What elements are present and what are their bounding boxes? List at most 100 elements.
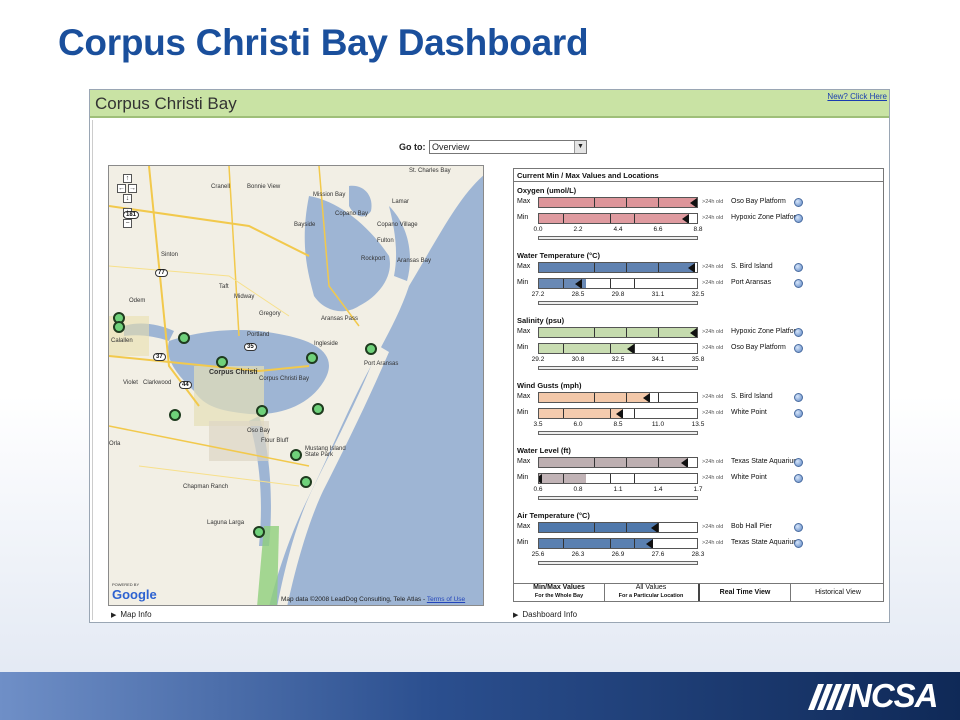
value-marker-icon xyxy=(690,198,697,207)
map-info-toggle[interactable]: ▶ Map Info xyxy=(111,610,152,619)
min-value-bar[interactable] xyxy=(538,278,698,289)
axis-tick-label: 27.6 xyxy=(651,551,665,558)
pan-down-icon[interactable]: ↓ xyxy=(123,194,132,203)
map-label: Chapman Ranch xyxy=(183,484,229,490)
dashboard-info-label: Dashboard Info xyxy=(522,610,578,619)
axis-tick-label: 8.5 xyxy=(613,421,623,428)
dashboard-info-toggle[interactable]: ▶ Dashboard Info xyxy=(513,610,577,619)
max-value-bar[interactable] xyxy=(538,392,698,403)
map-label: Orla xyxy=(109,441,121,447)
dropdown-arrow-icon[interactable]: ▼ xyxy=(574,141,586,153)
station-marker-icon[interactable] xyxy=(256,405,268,417)
location-info-icon[interactable] xyxy=(794,328,803,337)
map-label: Copano Village xyxy=(377,222,418,228)
zoom-out-icon[interactable]: − xyxy=(123,219,132,228)
pan-right-icon[interactable]: → xyxy=(128,184,137,193)
min-location: White Point xyxy=(731,409,767,416)
tab-historical-view[interactable]: Historical View xyxy=(791,584,885,601)
metric-scrollbar[interactable] xyxy=(538,431,698,435)
location-info-icon[interactable] xyxy=(794,409,803,418)
tab-min-max-values[interactable]: Min/Max Values For the Whole Bay xyxy=(514,584,604,601)
map-label: Ingleside xyxy=(314,341,339,347)
station-marker-icon[interactable] xyxy=(312,403,324,415)
max-value-bar[interactable] xyxy=(538,522,698,533)
row-label-min: Min xyxy=(517,279,529,286)
axis-tick-label: 28.5 xyxy=(571,291,585,298)
value-marker-icon xyxy=(574,279,582,288)
max-value-bar[interactable] xyxy=(538,457,698,468)
age-label: >24h old xyxy=(702,524,724,530)
tab-real-time-view[interactable]: Real Time View xyxy=(700,584,790,601)
max-value-bar[interactable] xyxy=(538,197,698,208)
axis-tick-label: 26.9 xyxy=(611,551,625,558)
min-value-bar[interactable] xyxy=(538,213,698,224)
metric-scrollbar[interactable] xyxy=(538,236,698,240)
axis-tick-label: 32.5 xyxy=(691,291,705,298)
map-credit: Map data ©2008 LeadDog Consulting, Tele … xyxy=(281,596,465,603)
max-value-bar[interactable] xyxy=(538,327,698,338)
station-marker-icon[interactable] xyxy=(216,356,228,368)
station-marker-icon[interactable] xyxy=(300,476,312,488)
axis-tick-label: 29.8 xyxy=(611,291,625,298)
max-location: Oso Bay Platform xyxy=(731,198,786,205)
goto-selected-value: Overview xyxy=(432,142,470,152)
tab-all-values[interactable]: All Values For a Particular Location xyxy=(605,584,697,601)
map-label: Port Aransas xyxy=(364,361,399,367)
google-logo[interactable]: Google xyxy=(112,587,157,602)
goto-select[interactable]: Overview ▼ xyxy=(429,140,587,154)
terms-of-use-link[interactable]: Terms of Use xyxy=(427,596,465,603)
station-marker-icon[interactable] xyxy=(365,343,377,355)
location-info-icon[interactable] xyxy=(794,263,803,272)
metric-scrollbar[interactable] xyxy=(538,366,698,370)
location-info-icon[interactable] xyxy=(794,458,803,467)
metric-block: Salinity (psu) Max >24h old Hypoxic Zone P… xyxy=(514,316,883,380)
metric-scrollbar[interactable] xyxy=(538,496,698,500)
goto-label: Go to: xyxy=(399,142,426,152)
station-marker-icon[interactable] xyxy=(306,352,318,364)
location-info-icon[interactable] xyxy=(794,393,803,402)
location-info-icon[interactable] xyxy=(794,539,803,548)
station-marker-icon[interactable] xyxy=(169,409,181,421)
metric-scrollbar[interactable] xyxy=(538,561,698,565)
min-value-bar[interactable] xyxy=(538,538,698,549)
station-marker-icon[interactable] xyxy=(290,449,302,461)
new-click-here-link[interactable]: New? Click Here xyxy=(827,92,887,101)
location-info-icon[interactable] xyxy=(794,474,803,483)
location-info-icon[interactable] xyxy=(794,198,803,207)
axis-tick-label: 28.3 xyxy=(691,551,705,558)
map-canvas xyxy=(109,166,483,605)
axis-tick-label: 11.0 xyxy=(651,421,665,428)
map-label: Taft xyxy=(219,284,229,290)
age-label: >24h old xyxy=(702,280,724,286)
age-label: >24h old xyxy=(702,329,724,335)
metric-title: Wind Gusts (mph) xyxy=(517,381,582,390)
station-marker-icon[interactable] xyxy=(178,332,190,344)
pan-up-icon[interactable]: ↑ xyxy=(123,174,132,183)
highway-shield: 77 xyxy=(155,269,168,277)
bay-map[interactable]: St. Charles Bay Cranell Bonnie View Miss… xyxy=(108,165,484,606)
axis-tick-label: 2.2 xyxy=(573,226,583,233)
map-label: Mustang Island State Park xyxy=(305,446,346,458)
station-marker-icon[interactable] xyxy=(113,321,125,333)
value-marker-icon xyxy=(690,328,697,337)
min-value-bar[interactable] xyxy=(538,473,698,484)
location-info-icon[interactable] xyxy=(794,279,803,288)
value-marker-icon xyxy=(645,539,653,548)
pan-left-icon[interactable]: ← xyxy=(117,184,126,193)
map-label: Violet xyxy=(123,380,138,386)
location-info-icon[interactable] xyxy=(794,344,803,353)
metric-scrollbar[interactable] xyxy=(538,301,698,305)
age-label: >24h old xyxy=(702,475,724,481)
map-label: Lamar xyxy=(392,199,410,205)
station-marker-icon[interactable] xyxy=(253,526,265,538)
age-label: >24h old xyxy=(702,345,724,351)
row-label-max: Max xyxy=(517,198,531,205)
location-info-icon[interactable] xyxy=(794,523,803,532)
min-value-bar[interactable] xyxy=(538,343,698,354)
location-info-icon[interactable] xyxy=(794,214,803,223)
metric-axis: 0.0 2.2 4.4 6.6 8.8 xyxy=(533,226,702,234)
min-value-bar[interactable] xyxy=(538,408,698,419)
max-value-bar[interactable] xyxy=(538,262,698,273)
tab-sublabel: For a Particular Location xyxy=(618,593,684,599)
age-label: >24h old xyxy=(702,394,724,400)
